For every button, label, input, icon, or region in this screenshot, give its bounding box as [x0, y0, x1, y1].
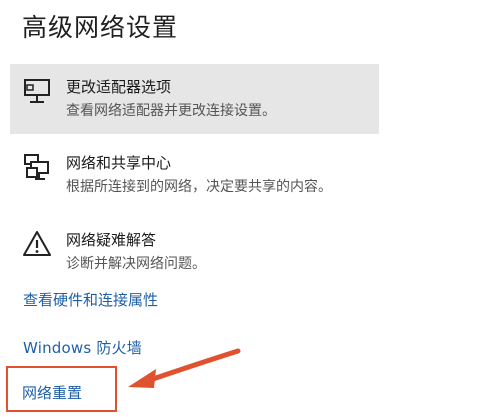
option-title: 更改适配器选项 — [66, 78, 172, 96]
annotation-arrow-icon — [120, 345, 245, 395]
hardware-connection-properties-link[interactable]: 查看硬件和连接属性 — [23, 289, 158, 310]
monitor-icon — [22, 76, 52, 106]
option-description: 诊断并解决网络问题。 — [66, 256, 206, 272]
option-title: 网络疑难解答 — [66, 231, 157, 249]
network-sharing-center-item[interactable]: 网络和共享中心 根据所连接到的网络，决定要共享的内容。 — [10, 140, 379, 210]
warning-icon — [22, 229, 52, 259]
change-adapter-options-item[interactable]: 更改适配器选项 查看网络适配器并更改连接设置。 — [10, 64, 379, 134]
page-title: 高级网络设置 — [22, 13, 179, 42]
annotation-highlight-box — [6, 366, 117, 412]
network-sharing-icon — [22, 152, 52, 182]
network-troubleshooter-item[interactable]: 网络疑难解答 诊断并解决网络问题。 — [10, 217, 379, 277]
option-description: 查看网络适配器并更改连接设置。 — [66, 103, 276, 119]
option-description: 根据所连接到的网络，决定要共享的内容。 — [66, 179, 332, 195]
option-title: 网络和共享中心 — [66, 154, 172, 172]
